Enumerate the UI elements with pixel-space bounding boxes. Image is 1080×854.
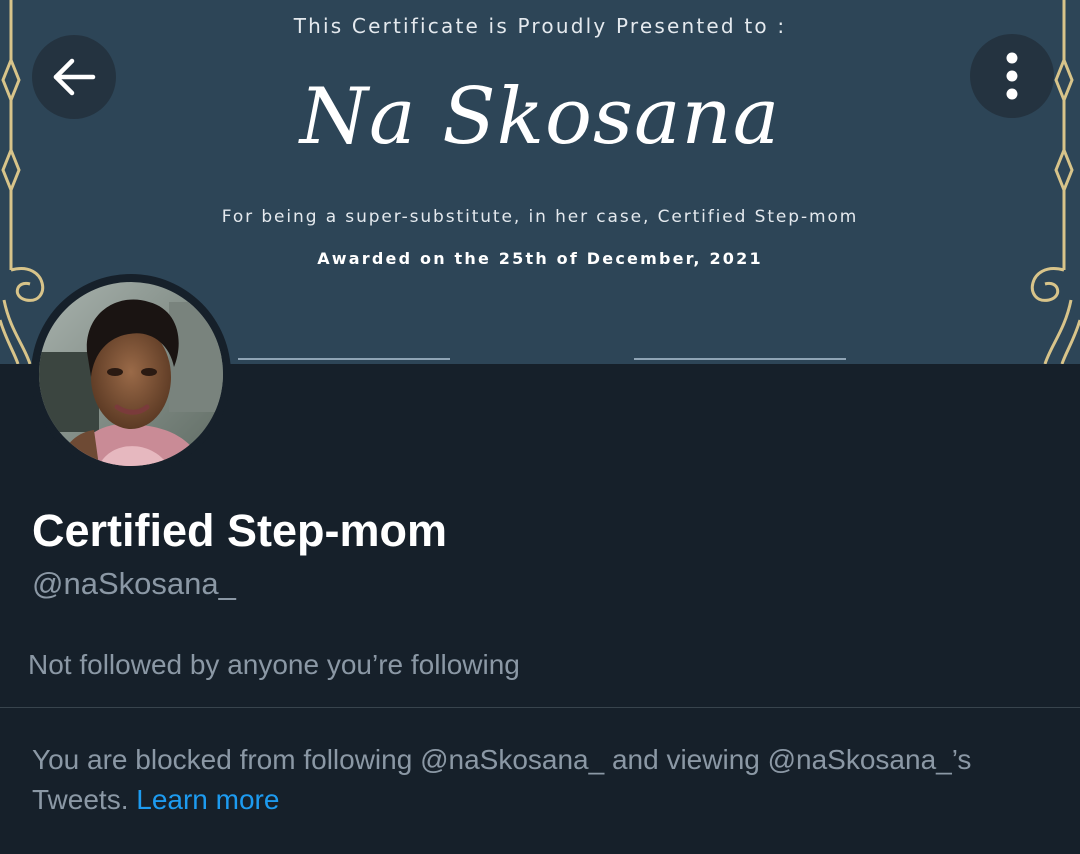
blocked-notice: You are blocked from following @naSkosan… <box>32 740 1042 820</box>
certificate-reason: For being a super-substitute, in her cas… <box>221 207 859 227</box>
signature-line <box>634 358 846 360</box>
display-name: Certified Step-mom <box>32 505 448 556</box>
more-options-button[interactable] <box>970 34 1054 118</box>
signature-line <box>238 358 450 360</box>
avatar[interactable] <box>31 274 231 474</box>
certificate-recipient-name: Na Skosana <box>299 72 781 162</box>
more-vertical-icon <box>1006 52 1018 100</box>
certificate-presented-to: This Certificate is Proudly Presented to… <box>293 14 787 38</box>
back-button[interactable] <box>32 35 116 119</box>
learn-more-link[interactable]: Learn more <box>136 784 279 815</box>
followers-you-know-note: Not followed by anyone you’re following <box>28 649 520 680</box>
divider <box>0 707 1080 708</box>
username-handle: @naSkosana_ <box>32 566 236 601</box>
avatar-photo <box>39 282 223 466</box>
arrow-left-icon <box>53 58 96 96</box>
certificate-award-date: Awarded on the 25th of December, 2021 <box>317 249 763 268</box>
